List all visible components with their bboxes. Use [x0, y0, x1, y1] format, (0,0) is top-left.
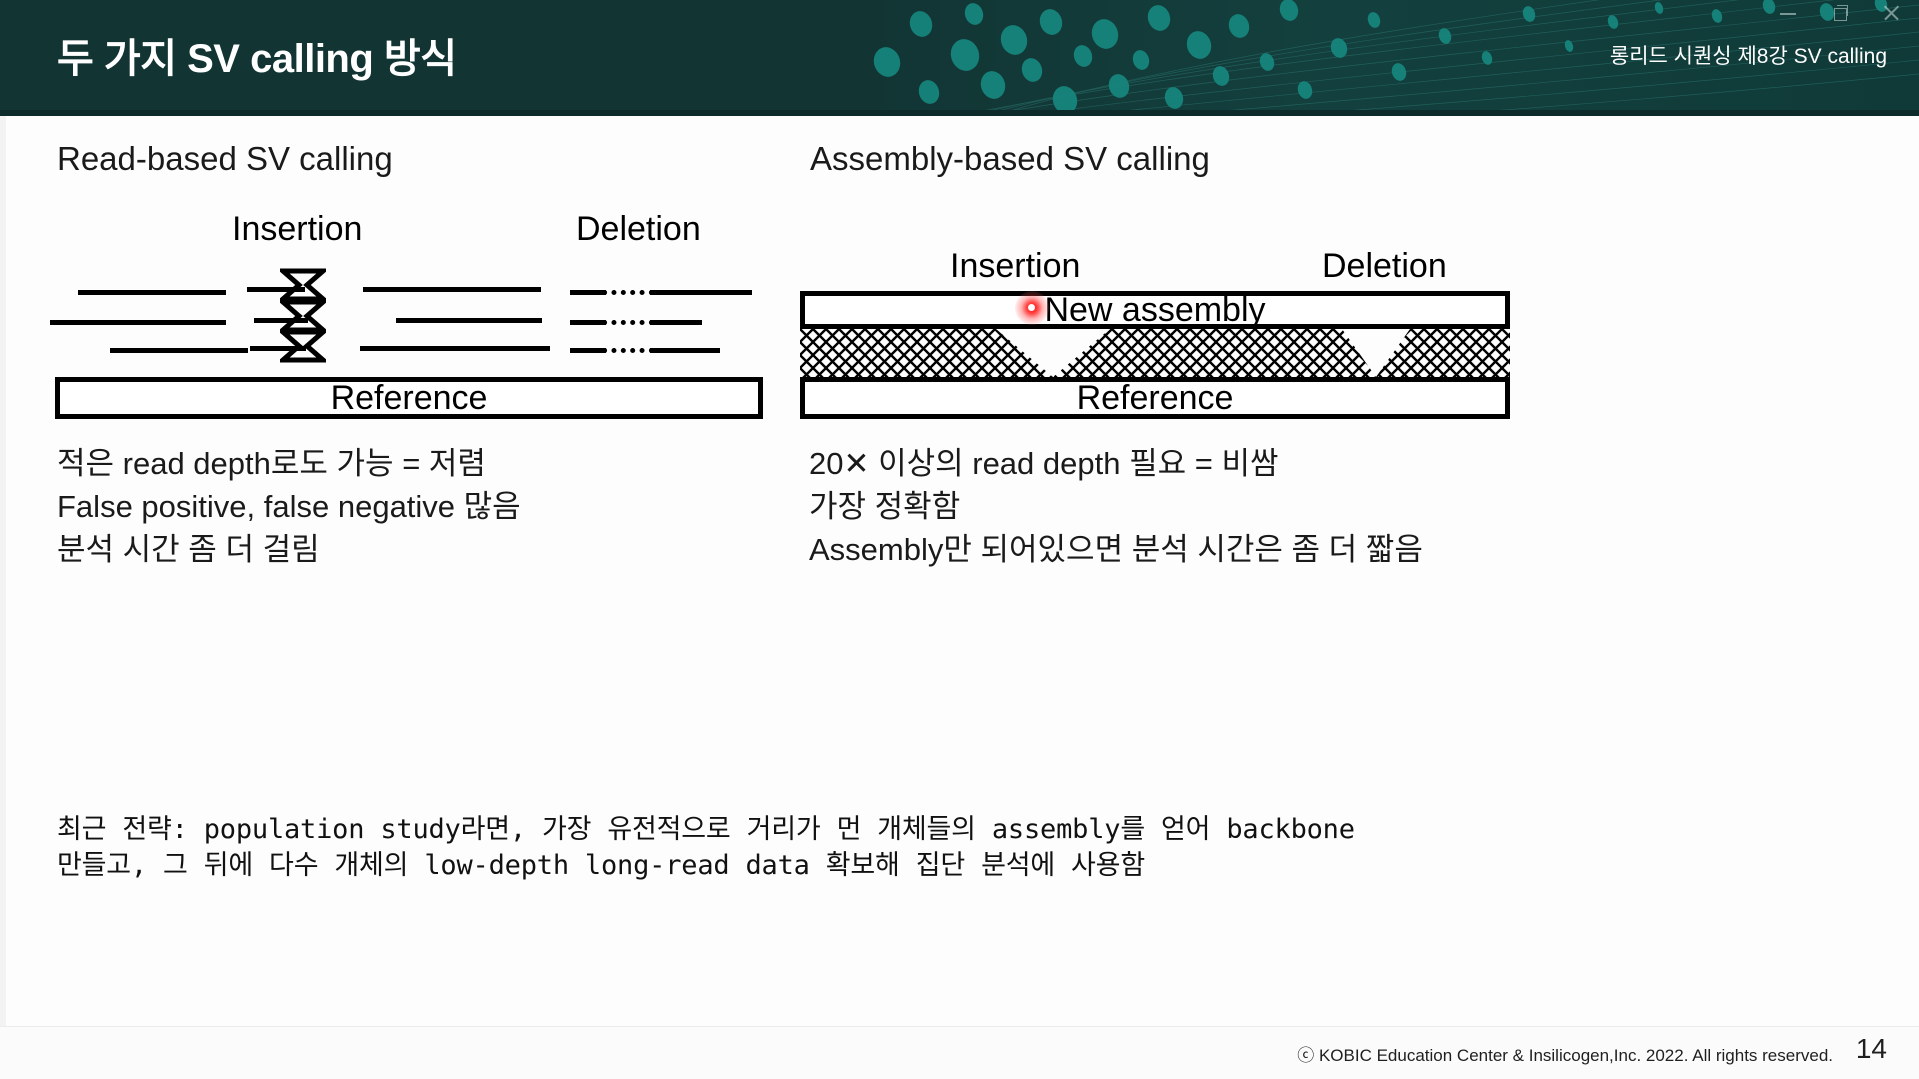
strategy-line-2: 만들고, 그 뒤에 다수 개체의 low-depth long-read dat…: [57, 850, 1145, 882]
right-bullet-1: 20✕ 이상의 read depth 필요 = 비쌈: [809, 446, 1279, 481]
read-line: [396, 318, 542, 323]
left-label-insertion: Insertion: [232, 210, 363, 248]
insertion-marker-icon: [280, 299, 326, 333]
new-assembly-bar: New assembly: [800, 291, 1510, 329]
window-controls[interactable]: [1777, 2, 1903, 24]
left-edge-strip: [0, 116, 6, 1028]
read-line: [570, 320, 606, 325]
slide-footer: ⓒ KOBIC Education Center & Insilicogen,I…: [0, 1026, 1919, 1079]
header-subtitle: 롱리드 시퀀싱 제8강 SV calling: [1609, 45, 1887, 68]
minimize-icon[interactable]: [1777, 2, 1799, 24]
right-bullet-2: 가장 정확함: [809, 489, 961, 524]
read-line: [570, 348, 606, 353]
right-label-deletion: Deletion: [1322, 247, 1447, 285]
header-underline: [0, 110, 1919, 116]
read-line: [650, 320, 702, 325]
right-label-insertion: Insertion: [950, 247, 1081, 285]
page-number: 14: [1855, 1033, 1887, 1064]
alignment-hatch-band: [800, 329, 1510, 377]
left-bullet-2: False positive, false negative 많음: [57, 489, 521, 524]
read-line: [650, 348, 720, 353]
right-bullet-3: Assembly만 되어있으면 분석 시간은 좀 더 짧음: [809, 532, 1423, 567]
slide-header: 두 가지 SV calling 방식 롱리드 시퀀싱 제8강 SV callin…: [0, 0, 1919, 110]
read-line: [360, 346, 550, 351]
copyright-text: ⓒ KOBIC Education Center & Insilicogen,I…: [1297, 1046, 1833, 1065]
slide: 두 가지 SV calling 방식 롱리드 시퀀싱 제8강 SV callin…: [0, 0, 1919, 1079]
read-line: [650, 290, 752, 295]
page-title: 두 가지 SV calling 방식: [57, 37, 457, 81]
panel-heading-read-based: Read-based SV calling: [57, 140, 393, 177]
left-label-deletion: Deletion: [576, 210, 701, 248]
reference-label: Reference: [1076, 379, 1234, 417]
read-line: [50, 320, 226, 325]
close-icon[interactable]: [1881, 2, 1903, 24]
left-bullet-1: 적은 read depth로도 가능 = 저렴: [57, 446, 486, 481]
reference-bar-left: Reference: [55, 377, 763, 419]
reference-bar-right: Reference: [800, 377, 1510, 419]
insertion-marker-icon: [280, 329, 326, 363]
insertion-marker-icon: [280, 268, 326, 302]
panel-heading-assembly-based: Assembly-based SV calling: [810, 140, 1210, 177]
strategy-note: 최근 전략: population study라면, 가장 유전적으로 거리가 …: [57, 812, 1857, 885]
read-line: [78, 290, 226, 295]
strategy-line-1: 최근 전략: population study라면, 가장 유전적으로 거리가 …: [57, 814, 1355, 845]
read-line: [110, 348, 248, 353]
left-bullet-3: 분석 시간 좀 더 걸림: [57, 532, 320, 567]
restore-icon[interactable]: [1829, 2, 1851, 24]
read-line: [570, 290, 606, 295]
new-assembly-label: New assembly: [1044, 291, 1266, 329]
read-line: [363, 287, 541, 292]
reference-label: Reference: [330, 379, 488, 417]
